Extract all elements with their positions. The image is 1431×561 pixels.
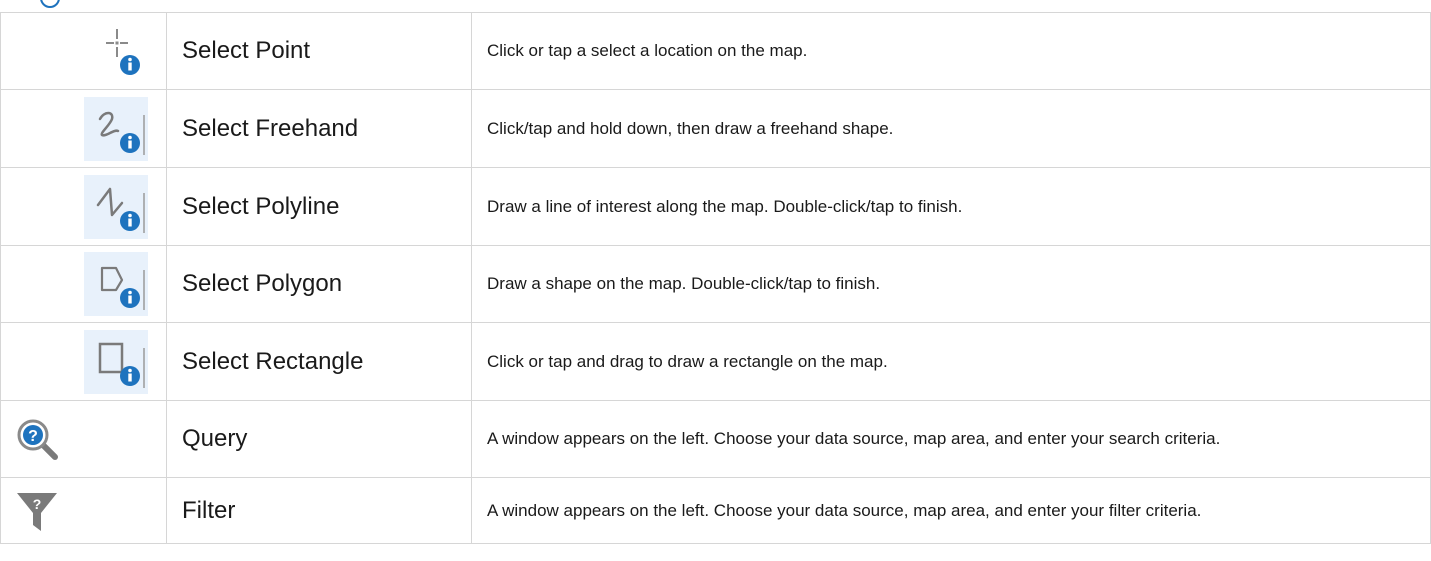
- tool-description: Click/tap and hold down, then draw a fre…: [471, 89, 1431, 168]
- tool-name: Select Point: [166, 12, 472, 90]
- tool-description: Click or tap a select a location on the …: [471, 12, 1431, 90]
- select-rectangle-icon: [84, 329, 148, 394]
- table-row: ? Filter A window appears on the left. C…: [0, 477, 1431, 544]
- tool-description: A window appears on the left. Choose you…: [471, 477, 1431, 544]
- tool-description: Draw a shape on the map. Double-click/ta…: [471, 245, 1431, 323]
- tool-description: A window appears on the left. Choose you…: [471, 400, 1431, 478]
- table-row: Select Polygon Draw a shape on the map. …: [0, 245, 1431, 323]
- info-circle-icon: [40, 0, 60, 8]
- tool-name: Filter: [166, 477, 472, 544]
- query-icon: ?: [13, 415, 61, 463]
- select-polyline-icon: [84, 174, 148, 239]
- svg-text:?: ?: [33, 496, 42, 512]
- tool-name: Query: [166, 400, 472, 478]
- tool-reference-table: Select Point Click or tap a select a loc…: [0, 12, 1431, 544]
- select-freehand-icon: [84, 96, 148, 161]
- tool-description: Click or tap and drag to draw a rectangl…: [471, 322, 1431, 401]
- select-polygon-icon: [84, 252, 148, 316]
- svg-text:?: ?: [28, 428, 38, 445]
- table-row: Select Rectangle Click or tap and drag t…: [0, 322, 1431, 401]
- tool-name: Select Freehand: [166, 89, 472, 168]
- tool-name: Select Polyline: [166, 167, 472, 246]
- table-row: Select Point Click or tap a select a loc…: [0, 12, 1431, 90]
- tool-name: Select Polygon: [166, 245, 472, 323]
- tool-name: Select Rectangle: [166, 322, 472, 401]
- select-point-icon: [84, 19, 148, 83]
- table-row: ? Query A window appears on the left. Ch…: [0, 400, 1431, 478]
- filter-icon: ?: [13, 487, 61, 535]
- table-row: Select Polyline Draw a line of interest …: [0, 167, 1431, 246]
- tool-description: Draw a line of interest along the map. D…: [471, 167, 1431, 246]
- table-row: Select Freehand Click/tap and hold down,…: [0, 89, 1431, 168]
